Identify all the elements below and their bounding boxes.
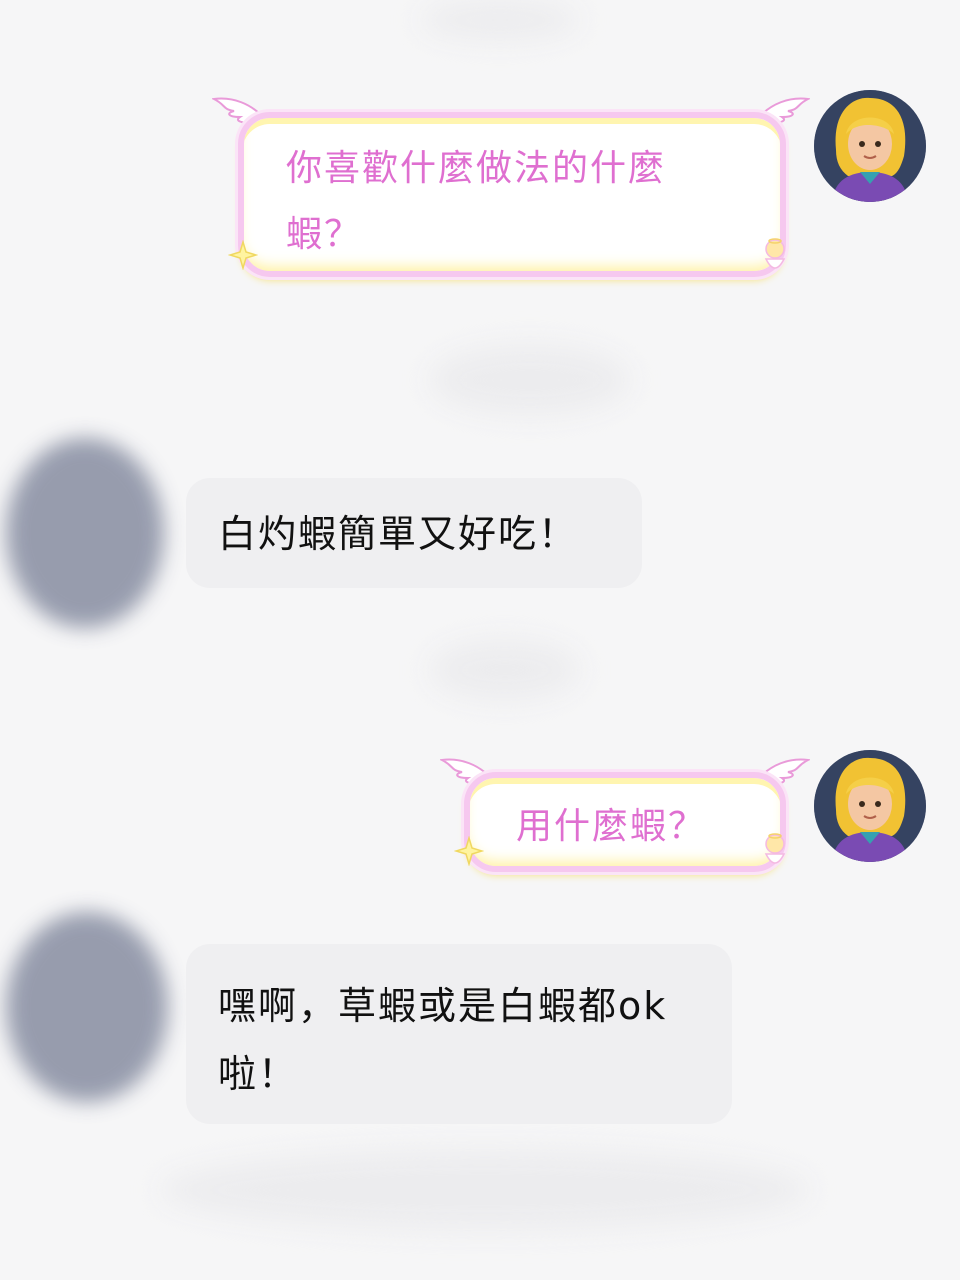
user-avatar[interactable] <box>814 750 926 862</box>
background-smudge <box>430 640 580 700</box>
background-smudge <box>420 0 580 40</box>
message-bubble-incoming: 白灼蝦簡單又好吃！ <box>186 478 642 588</box>
blurred-avatar <box>6 438 164 628</box>
user-avatar[interactable] <box>814 90 926 202</box>
angel-figure-icon <box>764 238 786 269</box>
message-text: 白灼蝦簡單又好吃！ <box>218 512 579 556</box>
message-text: 嘿啊，草蝦或是白蝦都ok啦！ <box>218 984 668 1096</box>
sparkle-icon <box>228 240 258 270</box>
message-bubble-incoming: 嘿啊，草蝦或是白蝦都ok啦！ <box>186 944 732 1124</box>
message-text: 你喜歡什麼做法的什麼蝦？ <box>286 148 667 255</box>
message-bubble-outgoing: 你喜歡什麼做法的什麼蝦？ <box>238 112 786 277</box>
background-smudge <box>430 345 630 415</box>
message-text: 用什麼蝦？ <box>516 806 707 847</box>
background-smudge <box>160 1150 810 1230</box>
sparkle-icon <box>454 836 484 866</box>
message-bubble-outgoing: 用什麼蝦？ <box>464 772 786 872</box>
angel-figure-icon <box>764 833 786 864</box>
blurred-avatar <box>6 912 168 1102</box>
